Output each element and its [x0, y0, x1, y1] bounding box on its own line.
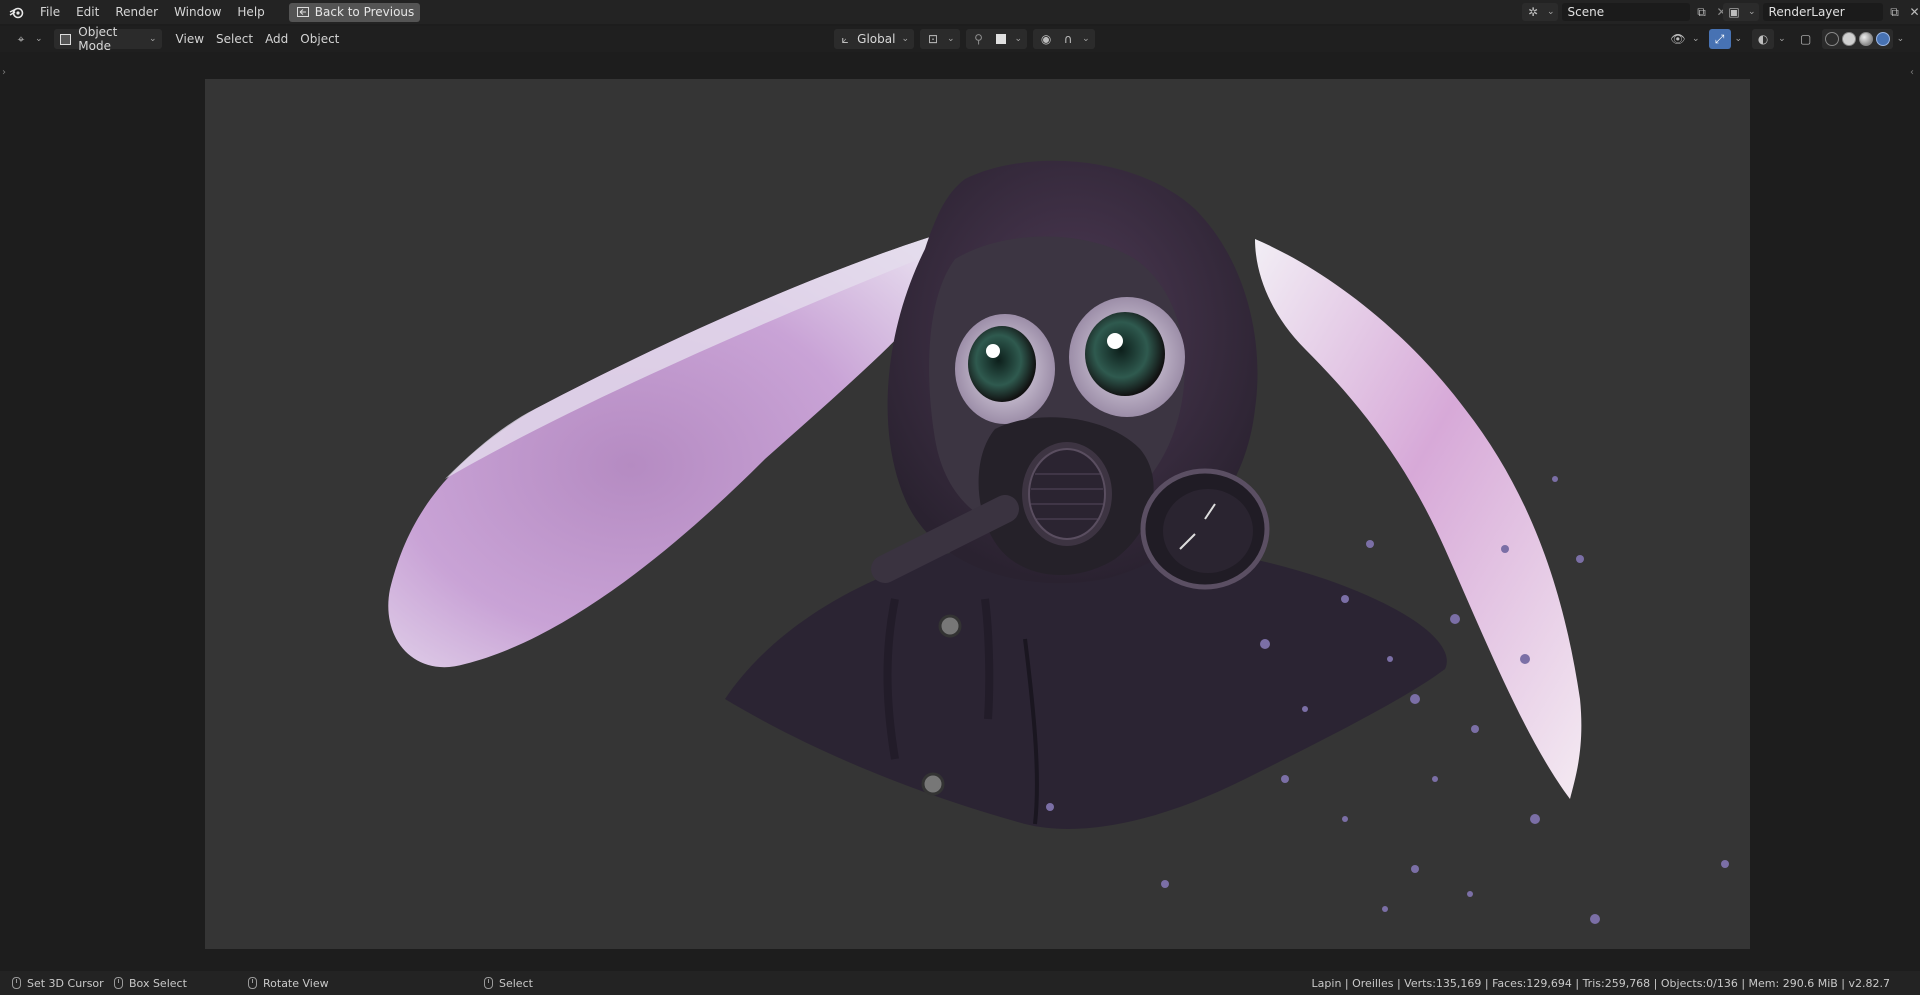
- viewport-header: ⌖ ⌄ Object Mode ⌄ View Select Add Object …: [0, 25, 1920, 53]
- menu-window[interactable]: Window: [166, 0, 229, 24]
- status-set-3d-cursor: Set 3D Cursor: [12, 977, 104, 990]
- mouse-icon: [248, 977, 257, 989]
- menu-render[interactable]: Render: [107, 0, 166, 24]
- mouse-icon: [12, 977, 21, 989]
- chevron-down-icon: ⌄: [1748, 7, 1756, 17]
- back-icon: [295, 4, 311, 20]
- back-to-previous-button[interactable]: Back to Previous: [288, 2, 421, 22]
- menu-view[interactable]: View: [170, 29, 210, 49]
- gizmo-toggle[interactable]: ⤢: [1708, 29, 1731, 49]
- proportional-edit-icon: ◉: [1040, 32, 1052, 46]
- scene-browse-button[interactable]: ✲ ⌄: [1522, 3, 1558, 21]
- render-layer-icon: ▣: [1728, 5, 1740, 19]
- menu-file[interactable]: File: [32, 0, 68, 24]
- menu-add[interactable]: Add: [259, 29, 294, 49]
- view-layer-browse-button[interactable]: ▣ ⌄: [1723, 3, 1759, 21]
- chevron-down-icon: ⌄: [901, 34, 909, 44]
- snap-icon: ⚲: [974, 32, 983, 46]
- delete-layer-icon[interactable]: ✕: [1907, 4, 1920, 20]
- menu-select[interactable]: Select: [210, 29, 259, 49]
- falloff-icon: ∩: [1063, 32, 1073, 46]
- render-layer-value: RenderLayer: [1768, 5, 1845, 19]
- solid-shading-icon[interactable]: [1841, 32, 1856, 46]
- transform-orientation-icon: ⟀: [841, 31, 849, 46]
- new-layer-icon[interactable]: ⧉: [1887, 4, 1903, 20]
- wireframe-shading-icon[interactable]: [1824, 32, 1839, 46]
- rendered-bunny-image: [388, 160, 1729, 924]
- object-mode-label: Object Mode: [78, 25, 118, 53]
- chevron-down-icon: ⌄: [1692, 34, 1700, 44]
- chevron-down-icon: ⌄: [35, 34, 43, 44]
- editor-type-button[interactable]: ⌖ ⌄: [8, 29, 48, 49]
- status-box-select: Box Select: [114, 977, 187, 990]
- gizmo-options-chevron[interactable]: ⌄: [1735, 34, 1743, 44]
- transform-orientation-dropdown[interactable]: ⟀ Global ⌄: [834, 29, 914, 49]
- status-label: Rotate View: [263, 976, 329, 990]
- top-bar: File Edit Render Window Help Back to Pre…: [0, 0, 1920, 24]
- right-eye: [1085, 312, 1165, 396]
- material-shading-icon[interactable]: [1858, 32, 1873, 46]
- chevron-down-icon: ⌄: [149, 34, 157, 44]
- new-scene-icon[interactable]: ⧉: [1694, 4, 1710, 20]
- pivot-point-dropdown[interactable]: ⊡ ⌄: [920, 29, 960, 49]
- chevron-down-icon: ⌄: [1547, 7, 1555, 17]
- overlay-toggle[interactable]: ◐: [1752, 29, 1775, 49]
- status-bar: Set 3D Cursor Box Select Rotate View Sel…: [0, 971, 1920, 995]
- editor-type-icon: ⌖: [17, 31, 25, 46]
- visibility-icon: 👁: [1670, 32, 1686, 46]
- scene-icon: ✲: [1527, 5, 1539, 19]
- render-layer-field[interactable]: RenderLayer: [1762, 3, 1883, 21]
- visibility-dropdown[interactable]: 👁 ⌄: [1665, 29, 1705, 49]
- status-rotate-view: Rotate View: [248, 977, 329, 990]
- scene-statistics: Lapin | Oreilles | Verts:135,169 | Faces…: [1312, 977, 1890, 990]
- 3d-viewport-render[interactable]: [205, 79, 1750, 949]
- chevron-down-icon: ⌄: [1082, 34, 1090, 44]
- mouse-icon: [484, 977, 493, 989]
- status-label: Select: [499, 976, 533, 990]
- render-layer-selector: ▣ ⌄ RenderLayer ⧉ ✕: [1723, 3, 1920, 21]
- viewport-display-tools: 👁 ⌄ ⤢ ⌄ ◐ ⌄ ▢ ⌄: [1665, 29, 1904, 49]
- jacket: [725, 539, 1447, 829]
- chevron-down-icon: ⌄: [947, 34, 955, 44]
- back-to-previous-label: Back to Previous: [314, 5, 415, 19]
- rendered-shading-icon[interactable]: [1875, 32, 1890, 46]
- scene-selector: ✲ ⌄ Scene ⧉ ✕: [1522, 3, 1730, 21]
- scene-name-field[interactable]: Scene: [1561, 3, 1690, 21]
- sidebar-expand-arrow[interactable]: ‹: [1910, 67, 1914, 78]
- snap-target-icon: [993, 31, 1009, 47]
- xray-icon[interactable]: ▢: [1798, 31, 1814, 47]
- pivot-icon: ⊡: [927, 32, 939, 46]
- menu-edit[interactable]: Edit: [68, 0, 107, 24]
- status-label: Box Select: [129, 976, 187, 990]
- overlay-icon: ◐: [1757, 32, 1769, 46]
- orientation-label: Global: [857, 32, 896, 46]
- menu-help[interactable]: Help: [229, 0, 272, 24]
- mouse-icon: [114, 977, 123, 989]
- proportional-edit-dropdown[interactable]: ◉ ∩ ⌄: [1033, 29, 1095, 49]
- scene-stats-text: Lapin | Oreilles | Verts:135,169 | Faces…: [1311, 976, 1890, 990]
- transform-tools: ⟀ Global ⌄ ⊡ ⌄ ⚲ ⌄ ◉ ∩ ⌄: [834, 29, 1095, 49]
- scene-name-value: Scene: [1567, 5, 1605, 19]
- menu-object[interactable]: Object: [294, 29, 345, 49]
- overlay-options-chevron[interactable]: ⌄: [1778, 34, 1786, 44]
- object-mode-dropdown[interactable]: Object Mode ⌄: [53, 25, 162, 53]
- shading-mode-group: [1821, 29, 1893, 49]
- blender-logo-icon[interactable]: [8, 4, 24, 20]
- toolbar-expand-arrow[interactable]: ›: [2, 67, 6, 78]
- status-select: Select: [484, 977, 533, 990]
- object-mode-icon: [59, 31, 73, 47]
- left-eye: [968, 326, 1036, 402]
- snap-dropdown[interactable]: ⚲ ⌄: [965, 29, 1028, 49]
- status-label: Set 3D Cursor: [27, 976, 104, 990]
- shading-options-chevron[interactable]: ⌄: [1897, 34, 1905, 44]
- chevron-down-icon: ⌄: [1014, 34, 1023, 44]
- gizmo-icon: ⤢: [1714, 31, 1725, 46]
